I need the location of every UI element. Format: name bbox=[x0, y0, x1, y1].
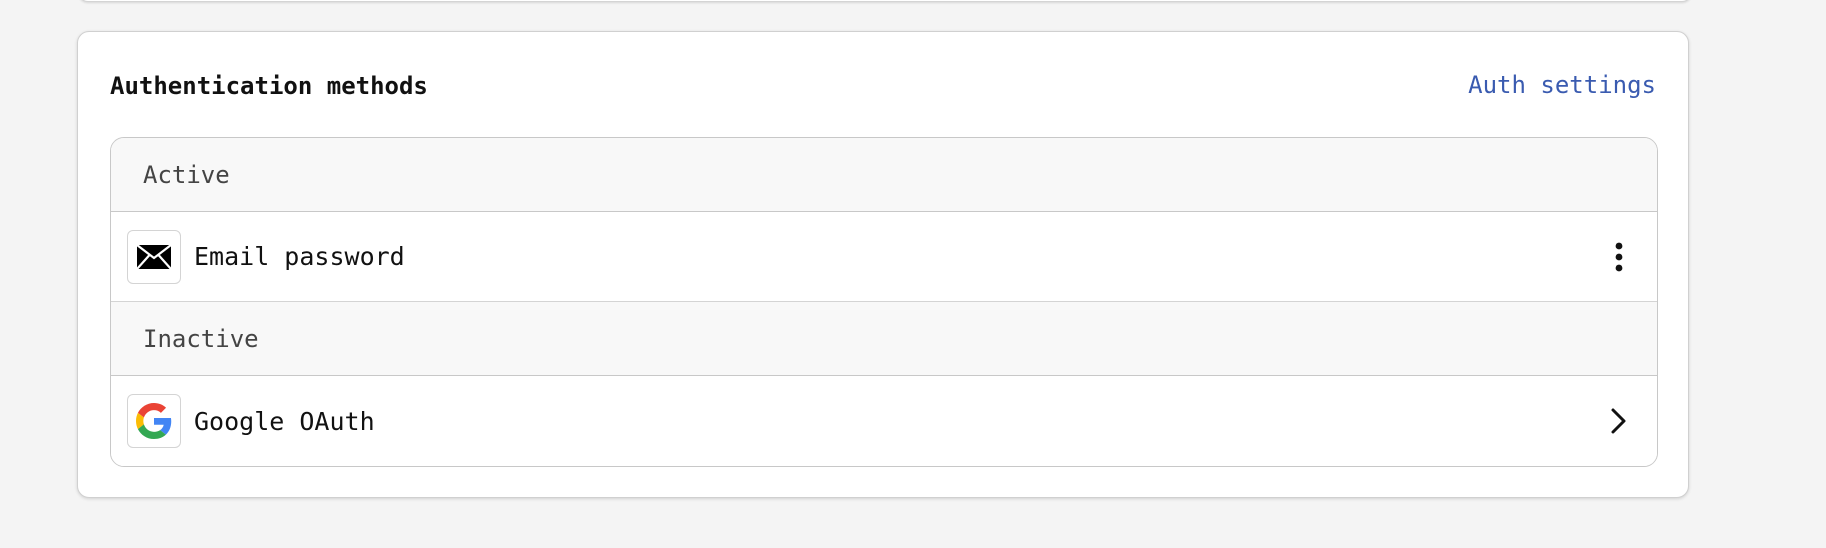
envelope-icon bbox=[127, 229, 181, 284]
auth-methods-card: Authentication methods Auth settings Act… bbox=[77, 31, 1689, 498]
group-header-inactive: Inactive bbox=[111, 302, 1657, 376]
method-row-google-oauth[interactable]: Google OAuth bbox=[111, 376, 1657, 466]
method-label-google-oauth: Google OAuth bbox=[194, 406, 375, 436]
previous-card-edge bbox=[78, 0, 1692, 2]
method-label-email-password: Email password bbox=[194, 242, 405, 271]
group-header-active: Active bbox=[111, 138, 1657, 212]
more-vertical-icon[interactable] bbox=[1599, 237, 1639, 277]
method-row-email-password[interactable]: Email password bbox=[111, 212, 1657, 302]
auth-settings-link[interactable]: Auth settings bbox=[1468, 71, 1656, 99]
auth-methods-list: Active Email password Inactive Google OA… bbox=[110, 137, 1658, 467]
card-title: Authentication methods bbox=[110, 72, 428, 100]
card-header: Authentication methods Auth settings bbox=[110, 32, 1656, 138]
chevron-right-icon[interactable] bbox=[1599, 401, 1639, 441]
google-icon bbox=[127, 394, 181, 448]
